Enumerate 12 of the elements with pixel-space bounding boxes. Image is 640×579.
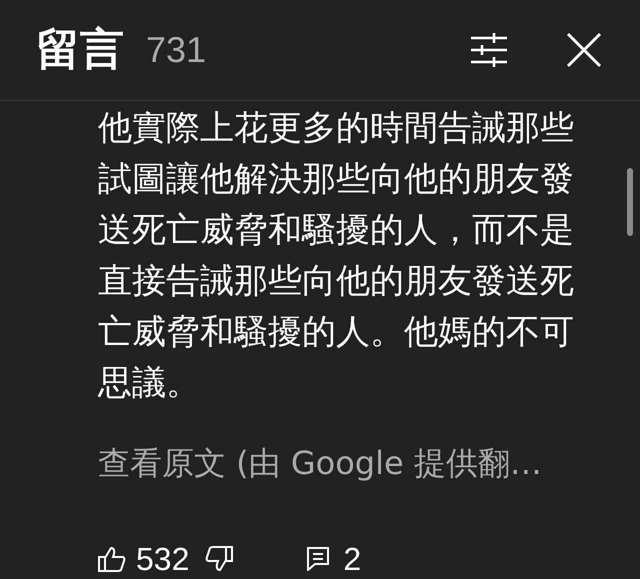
reply-count: 2 (343, 540, 362, 579)
comment-text: 他實際上花更多的時間告誡那些試圖讓他解決那些向他的朋友發送死亡威脅和騷擾的人，而不是直接告誡那些向他的朋友發送死亡威脅和騷擾的人。他媽的不可思議。 (98, 107, 575, 405)
panel-title: 留言 (36, 28, 124, 72)
thumbs-down-icon[interactable] (205, 546, 234, 572)
filter-icon[interactable] (470, 33, 508, 67)
comment-icon[interactable] (307, 547, 330, 571)
comment-count: 731 (146, 32, 206, 68)
see-original-link[interactable]: 查看原文 (由 Google 提供翻… (98, 441, 640, 485)
close-icon[interactable] (566, 32, 602, 68)
thumbs-up-icon[interactable] (98, 546, 126, 572)
like-count: 532 (136, 540, 190, 579)
scrollbar-thumb[interactable] (627, 168, 633, 236)
